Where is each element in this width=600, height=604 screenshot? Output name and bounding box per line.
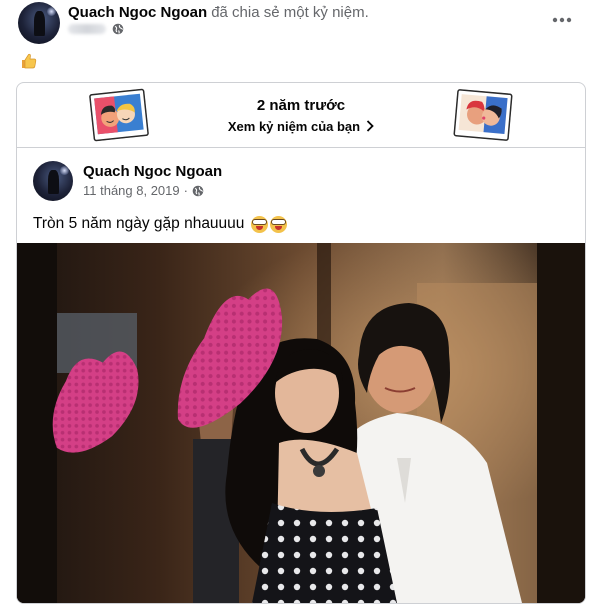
post-timestamp[interactable] (68, 24, 106, 34)
original-author-avatar[interactable] (33, 161, 73, 201)
author-avatar[interactable] (18, 2, 60, 44)
memory-photo[interactable] (17, 243, 585, 603)
globe-icon (112, 23, 124, 35)
post-action-text: đã chia sẻ một kỷ niệm. (211, 4, 369, 21)
more-horizontal-icon (552, 17, 572, 23)
chevron-right-icon (366, 120, 374, 135)
meta-separator: · (183, 183, 188, 198)
post-header: Quach Ngoc Ngoan đã chia sẻ một kỷ niệm. (68, 4, 369, 21)
memory-card: 2 năm trước Xem kỷ niệm của bạn Quach Ng… (16, 82, 586, 604)
grinning-face-emoji (270, 215, 288, 233)
original-post-caption: Tròn 5 năm ngày gặp nhauuuu (33, 215, 245, 232)
author-name[interactable]: Quach Ngoc Ngoan (68, 4, 207, 21)
view-memory-label: Xem kỷ niệm của bạn (227, 119, 361, 134)
post-meta (68, 23, 124, 35)
memory-header: 2 năm trước Xem kỷ niệm của bạn (17, 83, 585, 148)
shared-memory-post: Quach Ngoc Ngoanđã chia sẻ một kỷ niệm. (0, 0, 600, 604)
more-options-button[interactable] (546, 8, 578, 32)
grinning-face-emoji (251, 215, 269, 233)
original-author-name[interactable]: Quach Ngoc Ngoan (83, 163, 222, 180)
post-text (20, 52, 38, 75)
couple-photo (17, 243, 585, 603)
thumbs-up-emoji (22, 53, 37, 69)
couple-kiss-sticker (453, 89, 513, 141)
original-post-meta: 11 tháng 8, 2019 · (83, 183, 204, 198)
original-post-date[interactable]: 11 tháng 8, 2019 (83, 183, 180, 198)
globe-icon (192, 185, 204, 196)
original-post-text: Tròn 5 năm ngày gặp nhauuuu (33, 215, 288, 233)
